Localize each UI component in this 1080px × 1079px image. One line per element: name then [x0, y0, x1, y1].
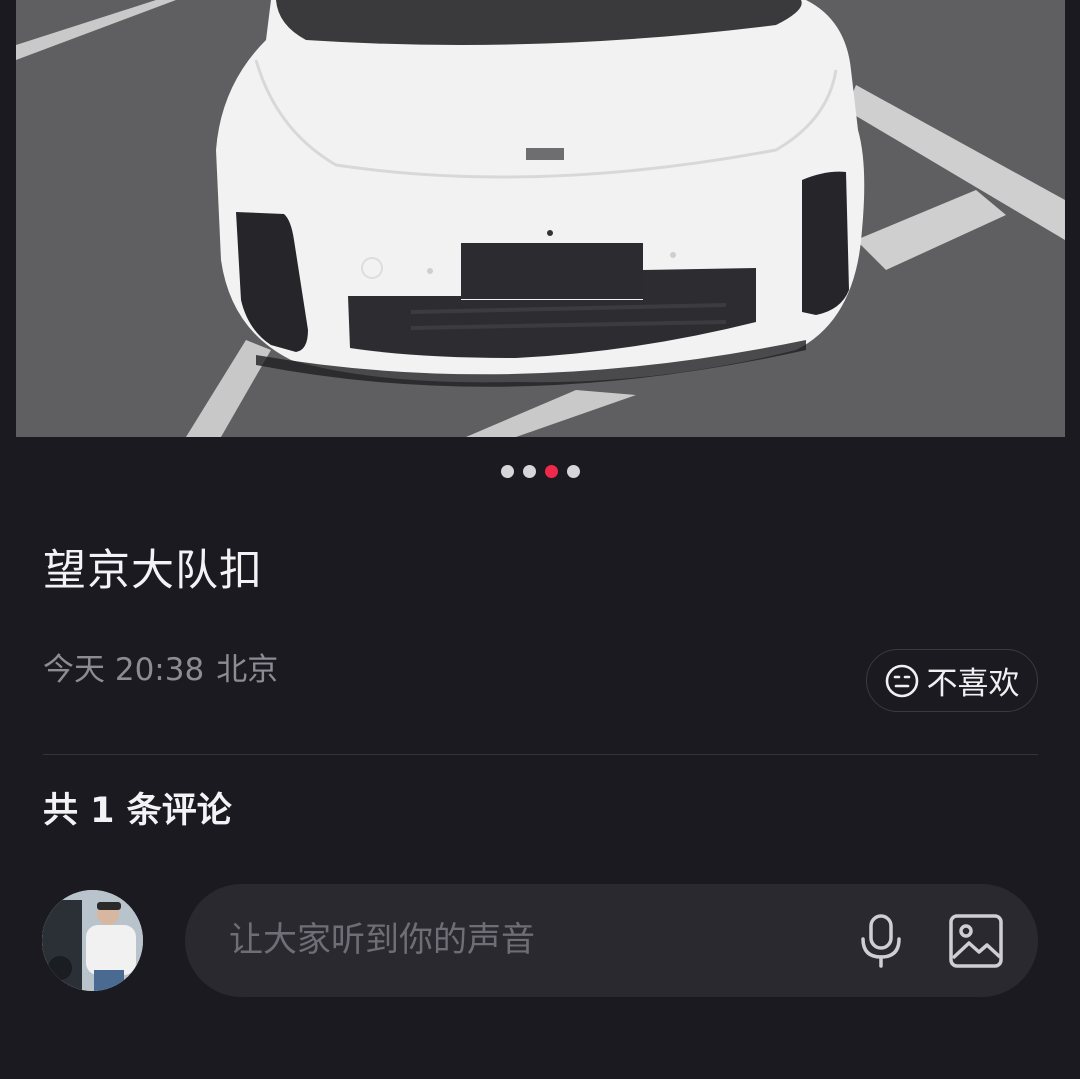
user-avatar[interactable]	[42, 890, 143, 991]
carousel-dot[interactable]	[544, 465, 558, 478]
carousel-dot[interactable]	[500, 465, 514, 478]
comment-count: 共 1 条评论	[43, 791, 232, 831]
image-upload-button[interactable]	[947, 912, 1005, 970]
post-location: 北京	[216, 652, 279, 688]
post-meta: 今天 20:38 北京	[43, 648, 278, 692]
post-time: 今天 20:38	[43, 652, 205, 688]
comment-input[interactable]: 让大家听到你的声音	[229, 917, 535, 963]
post-photo[interactable]	[16, 0, 1065, 437]
dislike-label: 不喜欢	[926, 666, 1020, 702]
carousel-dot[interactable]	[522, 465, 536, 478]
car-photo-image	[16, 0, 1065, 437]
dislike-button[interactable]: 不喜欢	[866, 649, 1038, 712]
microphone-icon	[861, 914, 901, 968]
voice-input-button[interactable]	[855, 912, 907, 970]
image-icon	[949, 914, 1003, 968]
neutral-face-icon	[885, 664, 918, 697]
avatar-image	[42, 890, 143, 991]
carousel-dot[interactable]	[566, 465, 580, 478]
post-title: 望京大队扣	[43, 546, 263, 596]
post-detail-page: 望京大队扣 今天 20:38 北京 不喜欢 共 1 条评论 让大家听到你的声音	[0, 0, 1080, 1079]
comment-input-bar[interactable]: 让大家听到你的声音	[185, 884, 1038, 997]
carousel-indicator	[0, 465, 1080, 478]
divider	[43, 754, 1038, 755]
